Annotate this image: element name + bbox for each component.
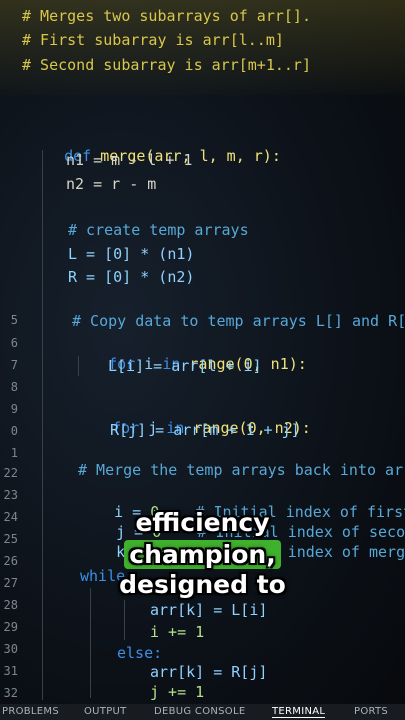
indent-guide (42, 150, 43, 700)
code-line: L[i] = arr[l + i] (108, 357, 262, 375)
indent-guide (90, 588, 91, 698)
line-number: 22 (3, 466, 18, 480)
caption-line-2-wrap: champion, (0, 540, 405, 569)
code-line: n1 = m - l + 1 (66, 151, 193, 169)
code-line: R[j] = arr[m + 1 + j] (110, 421, 300, 439)
comment-line: # Copy data to temp arrays L[] and R[ (72, 312, 405, 330)
else-keyword: else: (117, 644, 163, 662)
tab-output[interactable]: OUTPUT (84, 706, 127, 717)
indent-guide (124, 600, 125, 640)
comment-line: # Merge the temp arrays back into arr[ (78, 461, 405, 479)
tab-problems[interactable]: PROBLEMS (2, 706, 59, 717)
caption-line-1: efficiency (135, 508, 270, 537)
line-number: 28 (3, 598, 18, 612)
tab-ports[interactable]: PORTS (354, 706, 388, 717)
code-line: arr[k] = L[i] (150, 601, 268, 619)
line-number: 32 (3, 686, 18, 700)
line-number: 0 (10, 424, 18, 438)
code-line: n2 = r - m (66, 175, 157, 193)
line-number: 5 (10, 313, 18, 327)
indent-guide (78, 356, 79, 376)
comment-line: # First subarray is arr[l..m] (22, 31, 284, 49)
code-line: R = [0] * (n2) (68, 268, 195, 286)
line-number: 8 (10, 380, 18, 394)
line-number: 7 (10, 358, 18, 372)
comment-line: # create temp arrays (68, 221, 249, 239)
tab-debug-console[interactable]: DEBUG CONSOLE (154, 706, 245, 717)
line-number: 1 (10, 446, 18, 460)
line-number: 29 (3, 620, 18, 634)
line-number: 31 (3, 664, 18, 678)
line-number: 30 (3, 642, 18, 656)
comment-line: # Second subarray is arr[m+1..r] (22, 56, 311, 74)
line-number: 23 (3, 488, 18, 502)
code-line: L = [0] * (n1) (68, 245, 195, 263)
line-number: 9 (10, 402, 18, 416)
caption-highlight: champion, (124, 540, 281, 569)
code-editor-photo: # Merges two subarrays of arr[]. # First… (0, 0, 405, 720)
code-line: i += 1 (150, 623, 205, 641)
line-number: 6 (10, 336, 18, 350)
caption-line-3: designed to (119, 570, 286, 599)
code-line: j += 1 (150, 683, 205, 701)
tab-terminal[interactable]: TERMINAL (272, 706, 326, 718)
comment-line: # Merges two subarrays of arr[]. (22, 7, 311, 25)
code-line: arr[k] = R[j] (150, 663, 268, 681)
